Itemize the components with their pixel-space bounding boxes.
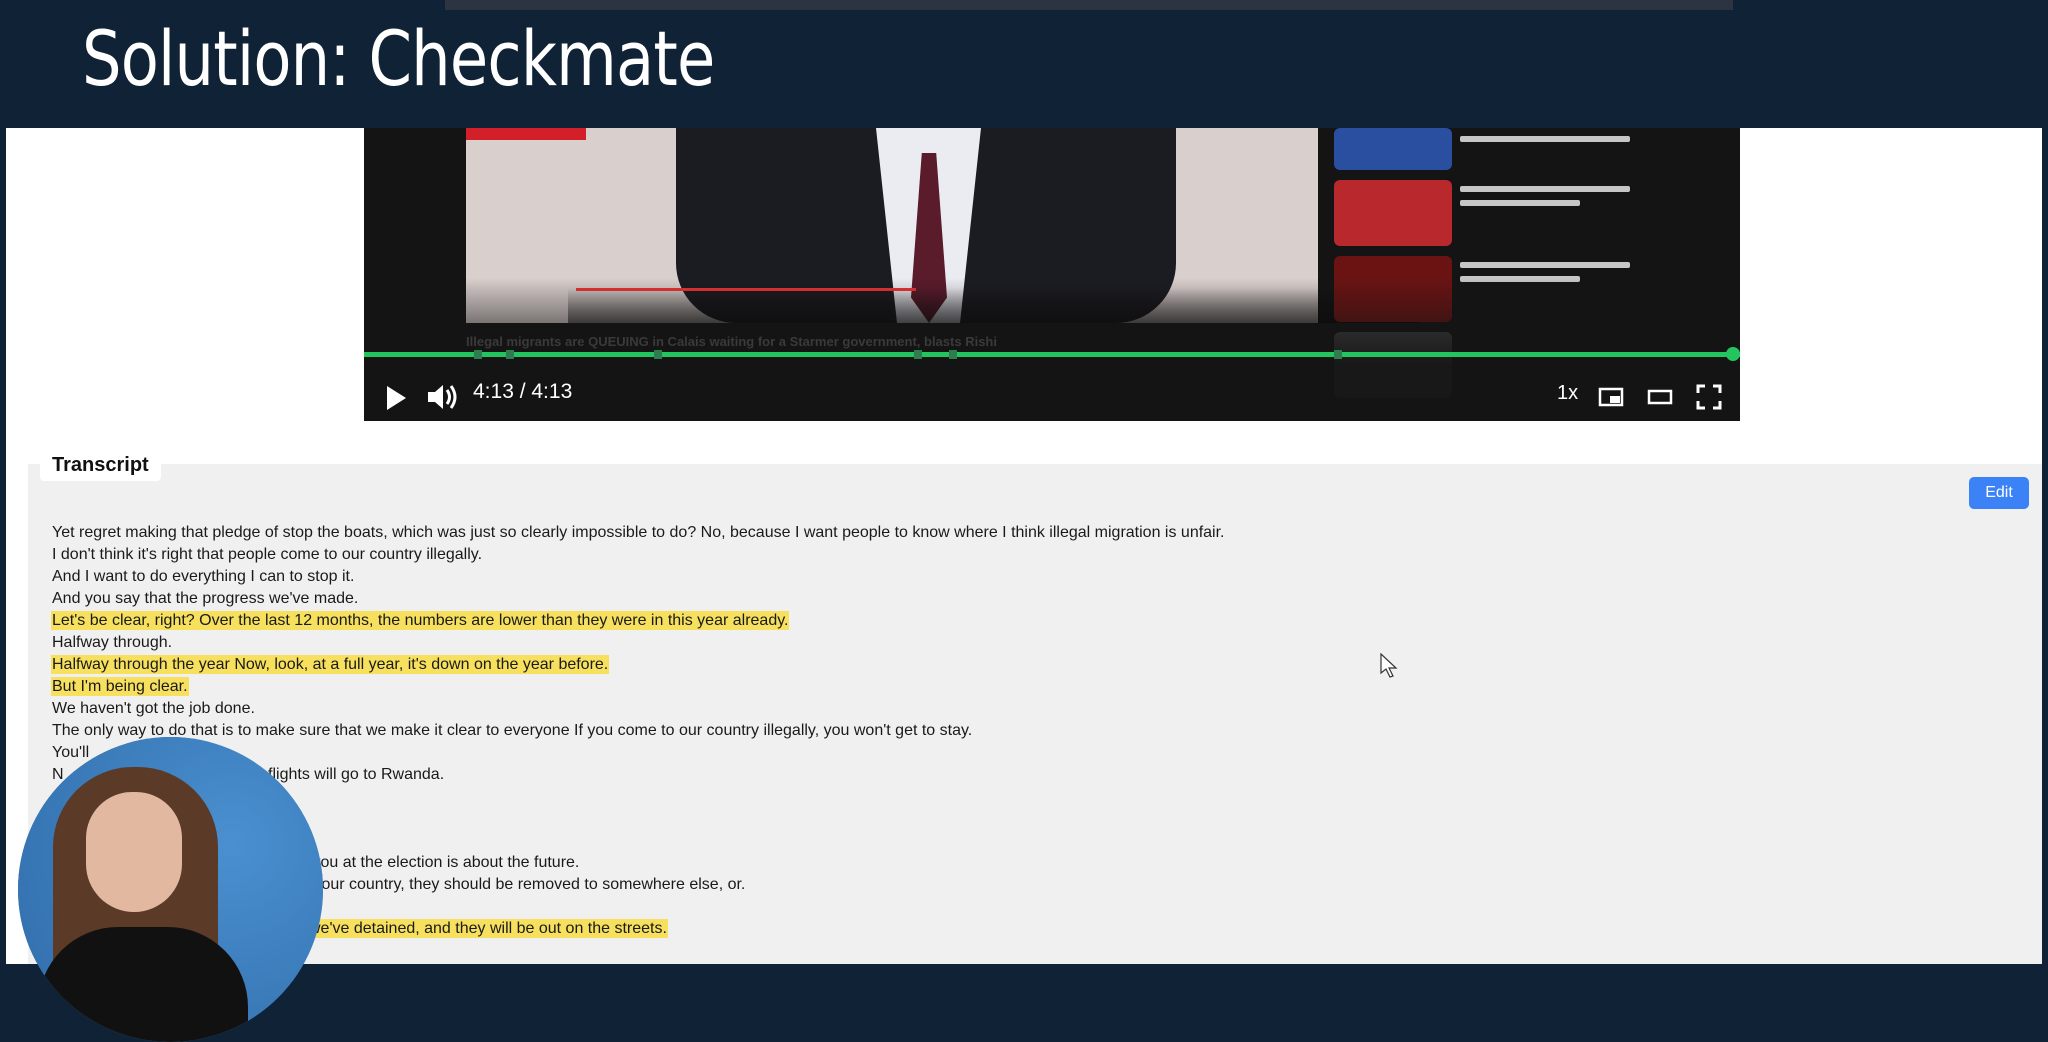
play-icon[interactable] bbox=[384, 384, 408, 412]
transcript-line-text: And you say that the progress we've made… bbox=[52, 590, 359, 607]
embedded-video-caption: Illegal migrants are QUEUING in Calais w… bbox=[466, 334, 997, 349]
transcript-line-text: Yet regret making that pledge of stop th… bbox=[52, 524, 1225, 541]
transcript-line: And I want to do everything I can to sto… bbox=[51, 566, 1226, 588]
transcript-line: We haven't got the job done. bbox=[51, 698, 1226, 720]
presenter-face bbox=[86, 792, 182, 912]
transcript-line: And you say that the progress we've made… bbox=[51, 588, 1226, 610]
miniplayer-icon[interactable] bbox=[1598, 387, 1624, 407]
recommended-thumbnail bbox=[1334, 128, 1452, 170]
recommended-thumbnail bbox=[1334, 180, 1452, 246]
presenter-body bbox=[38, 927, 248, 1042]
edit-button[interactable]: Edit bbox=[1969, 477, 2029, 509]
studio-sign bbox=[466, 128, 586, 140]
presenter-webcam bbox=[18, 737, 323, 1042]
slide-header: Solution: Checkmate bbox=[0, 0, 2048, 128]
transcript-line-text: But I'm being clear. bbox=[51, 677, 189, 696]
volume-icon[interactable] bbox=[426, 381, 460, 413]
progress-knob[interactable] bbox=[1726, 347, 1740, 361]
transcript-marker bbox=[654, 350, 662, 359]
video-player[interactable]: Illegal migrants are QUEUING in Calais w… bbox=[364, 128, 1740, 421]
transcript-line-text: I don't think it's right that people com… bbox=[52, 546, 483, 563]
transcript-marker bbox=[1334, 350, 1342, 359]
cursor-icon bbox=[1380, 653, 1398, 678]
recommended-title bbox=[1460, 262, 1630, 268]
transcript-line: Halfway through the year Now, look, at a… bbox=[51, 654, 1226, 676]
recommended-title bbox=[1460, 136, 1630, 142]
transcript-tab[interactable]: Transcript bbox=[40, 450, 161, 481]
recommended-title bbox=[1460, 186, 1630, 192]
transcript-line: But I'm being clear. bbox=[51, 676, 1226, 698]
transcript-line-text: We haven't got the job done. bbox=[52, 700, 255, 717]
transcript-line: Halfway through. bbox=[51, 632, 1226, 654]
transcript-line-text: Halfway through the year Now, look, at a… bbox=[51, 655, 610, 674]
transcript-line-text: Let's be clear, right? Over the last 12 … bbox=[51, 611, 790, 630]
theater-icon[interactable] bbox=[1647, 388, 1673, 406]
transcript-marker bbox=[506, 350, 514, 359]
fullscreen-icon[interactable] bbox=[1696, 384, 1722, 410]
transcript-marker bbox=[914, 350, 922, 359]
progress-bar[interactable] bbox=[364, 352, 1740, 357]
playback-speed[interactable]: 1x bbox=[1557, 382, 1578, 405]
time-display: 4:13 / 4:13 bbox=[473, 380, 573, 403]
transcript-marker bbox=[474, 350, 482, 359]
transcript-line: Yet regret making that pledge of stop th… bbox=[51, 522, 1226, 544]
transcript-line-text: Halfway through. bbox=[52, 634, 173, 651]
browser-strip bbox=[445, 0, 1733, 10]
transcript-line-text: And I want to do everything I can to sto… bbox=[52, 568, 355, 585]
slide-title: Solution: Checkmate bbox=[82, 14, 715, 103]
transcript-marker bbox=[949, 350, 957, 359]
transcript-line: I don't think it's right that people com… bbox=[51, 544, 1226, 566]
recommended-title bbox=[1460, 200, 1580, 206]
transcript-line: Let's be clear, right? Over the last 12 … bbox=[51, 610, 1226, 632]
